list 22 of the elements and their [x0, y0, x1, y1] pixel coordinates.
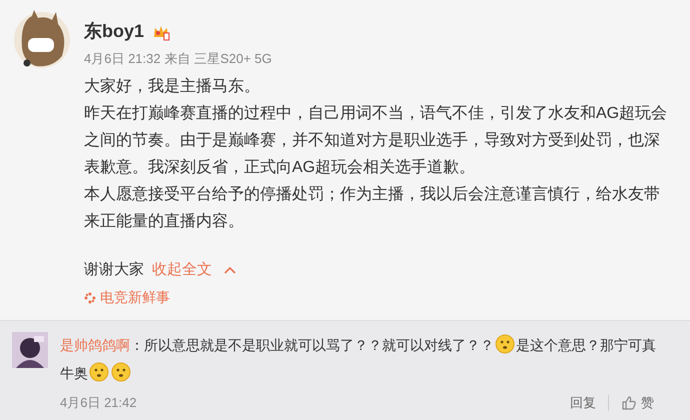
comment-time: 4月6日 21:42	[60, 394, 137, 412]
emoji-icon	[111, 362, 131, 382]
caret-icon	[224, 266, 236, 274]
emoji-icon	[89, 362, 109, 382]
thumbs-up-icon[interactable]	[621, 394, 637, 411]
emoji-icon	[495, 334, 515, 354]
avatar[interactable]	[12, 8, 72, 70]
reply-button[interactable]: 回复	[570, 393, 596, 412]
post-paragraph: 大家好，我是主播马东。	[84, 76, 261, 96]
topic-link[interactable]: 电竞新鲜事	[100, 287, 170, 308]
collapse-link[interactable]: 收起全文	[152, 258, 236, 281]
closing-text: 谢谢大家	[84, 260, 144, 280]
comment-text: 是帅鸽鸽啊：所以意思就是不是职业就可以骂了？？就可以对线了？？ 是这个意思？那宁可真牛奥	[60, 331, 660, 387]
author-name[interactable]: 东boy1	[84, 18, 144, 45]
commenter-name[interactable]: 是帅鸽鸽啊	[60, 337, 130, 353]
post-source: 来自 三星S20+ 5G	[164, 50, 272, 68]
post-paragraph: 昨天在打巅峰赛直播的过程中，自己用词不当，语气不佳，引发了水友和AG超玩会之间的节奏。由于是巅峰赛，并不知道对方是职业选手，导致对方受到处罚，也深表歉意。我深刻反省，正式向AG超玩会相关选手道歉。	[84, 104, 668, 178]
like-button[interactable]: 赞	[641, 393, 654, 412]
topic-icon	[84, 292, 96, 304]
post-paragraph: 本人愿意接受平台给予的停播处罚；作为主播，我以后会注意谨言慎行，给水友带来正能量的直播内容。	[84, 184, 661, 232]
commenter-avatar[interactable]	[12, 332, 48, 368]
post-time[interactable]: 4月6日 21:32	[84, 49, 161, 68]
